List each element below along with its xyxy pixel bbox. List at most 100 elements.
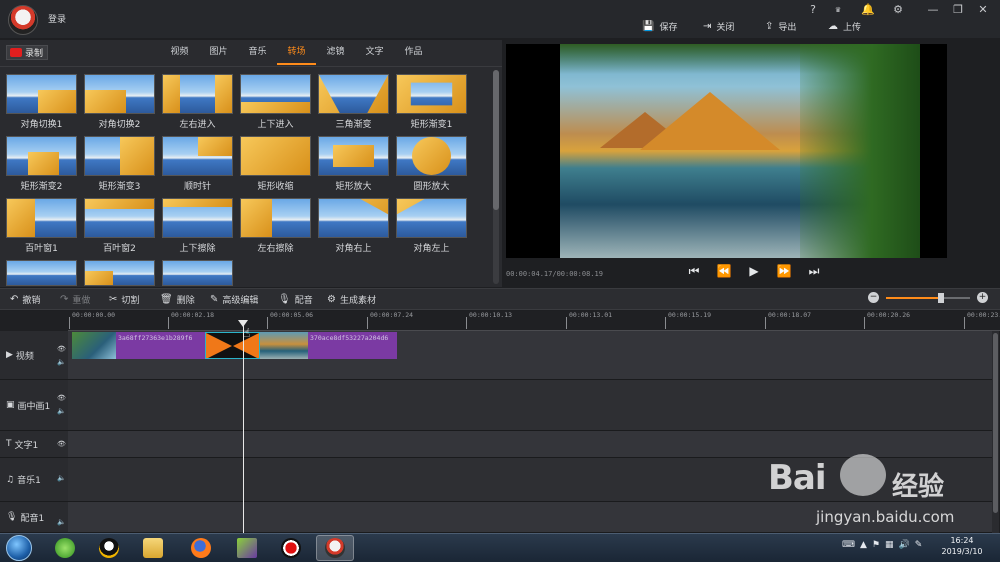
- transition-tile[interactable]: 三角渐变: [318, 74, 389, 130]
- eye-icon[interactable]: 👁: [57, 345, 66, 353]
- track-header-text[interactable]: T 文字1 👁: [0, 431, 68, 458]
- zoom-slider-handle[interactable]: [938, 293, 944, 303]
- transition-tile[interactable]: 上下进入: [240, 74, 311, 130]
- taskbar-app-firefox[interactable]: [182, 535, 220, 561]
- close-icon[interactable]: ✕: [975, 3, 991, 17]
- transition-tile[interactable]: 矩形放大: [318, 136, 389, 192]
- cut-button[interactable]: ✂ 切割: [109, 292, 139, 306]
- transition-tile[interactable]: 上下擦除: [162, 198, 233, 254]
- transition-tile[interactable]: 左右擦除: [240, 198, 311, 254]
- transition-tile[interactable]: 对角切换2: [84, 74, 155, 130]
- transition-tile[interactable]: 圆形放大: [396, 136, 467, 192]
- transition-tile[interactable]: 矩形渐变2: [6, 136, 77, 192]
- step-forward-icon[interactable]: ⏩: [776, 264, 792, 279]
- tab-image[interactable]: 图片: [199, 45, 238, 65]
- transition-label: 对角左上: [413, 244, 450, 254]
- save-button[interactable]: 💾 保存: [642, 19, 677, 33]
- transition-tile[interactable]: 矩形渐变3: [84, 136, 155, 192]
- transition-tile[interactable]: [6, 260, 77, 286]
- transition-tile[interactable]: 顺时针: [162, 136, 233, 192]
- taskbar-app-recorder[interactable]: [272, 535, 310, 561]
- step-back-icon[interactable]: ⏪: [716, 264, 732, 279]
- transition-thumb: [6, 198, 77, 238]
- voiceover-button[interactable]: 🎙 配音: [278, 292, 313, 306]
- transition-tile[interactable]: 百叶窗2: [84, 198, 155, 254]
- transition-tile[interactable]: [162, 260, 233, 286]
- transition-tile[interactable]: 矩形渐变1: [396, 74, 467, 130]
- timeline-scrollbar[interactable]: [992, 331, 999, 533]
- speaker-icon[interactable]: 🔈: [57, 474, 66, 482]
- transition-tile[interactable]: [84, 260, 155, 286]
- export-button[interactable]: ⇪ 导出: [765, 19, 796, 33]
- tab-works[interactable]: 作品: [394, 45, 433, 65]
- transition-label: 顺时针: [183, 182, 211, 192]
- bell-icon[interactable]: 🔔: [860, 3, 876, 17]
- speaker-icon[interactable]: 🔈: [57, 407, 66, 415]
- ruler-tick: 00:00:00.00: [68, 311, 116, 329]
- advanced-edit-button[interactable]: ✎ 高级编辑: [210, 292, 258, 306]
- library-scrollbar[interactable]: [493, 70, 499, 284]
- restore-icon[interactable]: ❐: [950, 3, 966, 17]
- transition-tile[interactable]: 对角切换1: [6, 74, 77, 130]
- taskbar-app-media[interactable]: [228, 535, 266, 561]
- speaker-icon[interactable]: 🔈: [57, 358, 66, 366]
- tab-text[interactable]: 文字: [355, 45, 394, 65]
- eye-icon[interactable]: 👁: [57, 394, 66, 402]
- minimize-icon[interactable]: —: [925, 3, 941, 17]
- transition-clip[interactable]: [205, 332, 260, 359]
- undo-button[interactable]: ↶ 撤销: [10, 292, 40, 306]
- eye-icon[interactable]: 👁: [57, 440, 66, 448]
- start-button[interactable]: [6, 535, 32, 561]
- transition-tile[interactable]: 百叶窗1: [6, 198, 77, 254]
- skip-start-icon[interactable]: ⏮: [686, 264, 702, 279]
- tab-transition[interactable]: 转场: [277, 45, 316, 65]
- upload-button[interactable]: ☁ 上传: [828, 19, 861, 33]
- volume-icon[interactable]: 🔊: [899, 540, 910, 550]
- login-link[interactable]: 登录: [48, 12, 66, 25]
- taskbar-clock[interactable]: 16:24 2019/3/10: [932, 535, 992, 557]
- close-file-button[interactable]: ⇥ 关闭: [703, 19, 734, 33]
- avatar[interactable]: [8, 5, 38, 35]
- transition-tile[interactable]: 矩形收缩: [240, 136, 311, 192]
- delete-button[interactable]: 🗑 删除: [160, 292, 195, 306]
- taskbar-app-qq[interactable]: [90, 535, 128, 561]
- video-clip[interactable]: 370ace8df53227a204d6: [260, 332, 397, 359]
- record-button[interactable]: 录制: [6, 45, 48, 60]
- transition-thumb: [6, 260, 77, 286]
- transition-tile[interactable]: 左右进入: [162, 74, 233, 130]
- show-hidden-icon[interactable]: ▲: [860, 540, 867, 550]
- taskbar-app-refresh[interactable]: [46, 535, 84, 561]
- zoom-in-button[interactable]: +: [977, 292, 988, 303]
- gear-icon[interactable]: ⚙: [890, 3, 906, 17]
- track-header-music[interactable]: ♫ 音乐1 🔈: [0, 458, 68, 502]
- redo-button[interactable]: ↷ 重做: [60, 292, 90, 306]
- transition-tile[interactable]: 对角左上: [396, 198, 467, 254]
- network-icon[interactable]: ▦: [885, 540, 894, 550]
- transition-tile[interactable]: 对角右上: [318, 198, 389, 254]
- track-header-video[interactable]: ▶ 视频 👁 🔈: [0, 331, 68, 380]
- speaker-icon[interactable]: 🔈: [57, 518, 66, 526]
- tab-video[interactable]: 视频: [160, 45, 199, 65]
- video-clip[interactable]: 3a68ff27363e1b289f6: [72, 332, 206, 359]
- tab-music[interactable]: 音乐: [238, 45, 277, 65]
- flag-icon[interactable]: ⚑: [872, 540, 880, 550]
- help-icon[interactable]: ?: [805, 3, 821, 17]
- play-icon[interactable]: ▶: [746, 264, 762, 279]
- track-header-pip[interactable]: ▣ 画中画1 👁 🔈: [0, 380, 68, 431]
- ruler-tick: 00:00:20.26: [863, 311, 911, 329]
- taskbar-app-explorer[interactable]: [134, 535, 172, 561]
- tab-filter[interactable]: 滤镜: [316, 45, 355, 65]
- playhead[interactable]: [243, 322, 244, 536]
- track-header-voice[interactable]: 🎙 配音1 🔈: [0, 502, 68, 533]
- taskbar-app-editor[interactable]: [316, 535, 354, 561]
- track-pip[interactable]: [68, 380, 992, 431]
- track-text[interactable]: [68, 431, 992, 458]
- timeline-ruler[interactable]: 00:00:00.00 00:00:02.18 00:00:05.06 00:0…: [68, 311, 1000, 331]
- generate-material-button[interactable]: ⚙ 生成素材: [327, 292, 376, 306]
- zoom-out-button[interactable]: −: [868, 292, 879, 303]
- input-method-icon[interactable]: ✎: [915, 540, 923, 550]
- vip-icon[interactable]: ♛: [830, 3, 846, 17]
- keyboard-icon[interactable]: ⌨: [842, 540, 855, 550]
- transition-label: 矩形渐变3: [98, 182, 141, 192]
- skip-end-icon[interactable]: ⏭: [806, 264, 822, 279]
